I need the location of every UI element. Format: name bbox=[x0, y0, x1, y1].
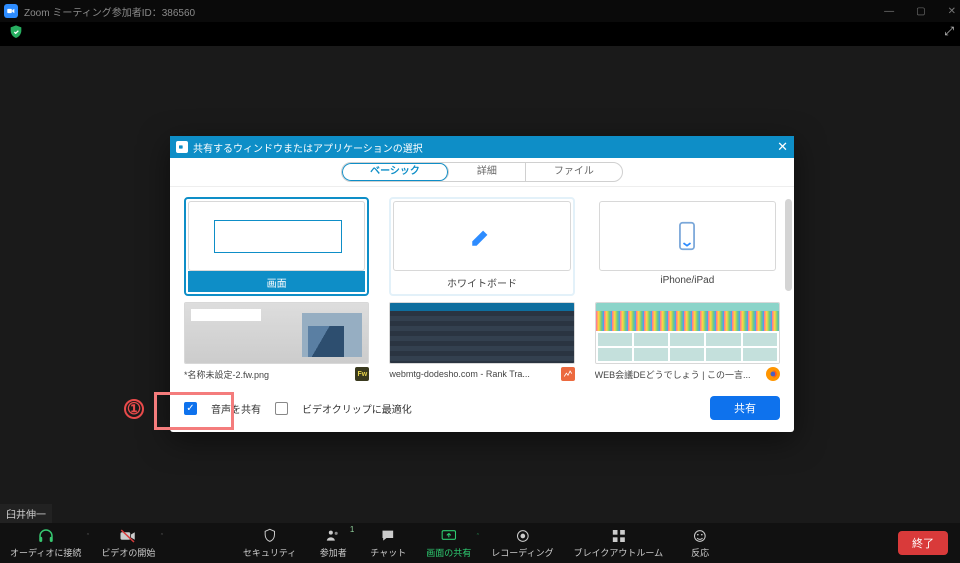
window-title: Zoom ミーティング参加者ID：386560 bbox=[24, 4, 195, 19]
screen-thumb-icon bbox=[188, 201, 365, 271]
meeting-toolbar: オーディオに接続 ＾ ビデオの開始 ＾ セキュリティ 1 参加者 チャット bbox=[0, 523, 960, 563]
encryption-shield-icon[interactable] bbox=[8, 24, 24, 42]
iphone-icon bbox=[599, 201, 776, 271]
tile-caption-app1: *名称未設定-2.fw.png bbox=[184, 368, 351, 381]
toolbar-participants[interactable]: 1 参加者 bbox=[306, 527, 360, 559]
share-tabs: ベーシック 詳細 ファイル bbox=[170, 158, 794, 187]
fullscreen-icon[interactable]: ⤢ bbox=[944, 24, 954, 39]
tab-basic[interactable]: ベーシック bbox=[342, 163, 449, 181]
toolbar-reactions[interactable]: 反応 bbox=[673, 527, 727, 559]
share-tile-iphone[interactable]: iPhone/iPad bbox=[595, 197, 780, 292]
video-caret-icon[interactable]: ＾ bbox=[158, 533, 165, 543]
participant-name-label: 臼井伸一 bbox=[0, 504, 52, 523]
dialog-title: 共有するウィンドウまたはアプリケーションの選択 bbox=[193, 140, 423, 155]
annotation-number-1: ① bbox=[124, 399, 144, 419]
toolbar-audio[interactable]: オーディオに接続 ＾ bbox=[0, 527, 91, 559]
headphones-icon bbox=[37, 527, 55, 545]
share-tile-whiteboard[interactable]: ホワイトボード bbox=[389, 197, 574, 296]
toolbar-chat[interactable]: チャット bbox=[360, 527, 416, 559]
end-meeting-button[interactable]: 終了 bbox=[898, 531, 948, 555]
share-screen-icon bbox=[440, 527, 458, 545]
zoom-app-icon bbox=[4, 4, 18, 18]
toolbar-video-label: ビデオの開始 bbox=[101, 546, 155, 559]
audio-caret-icon[interactable]: ＾ bbox=[84, 533, 91, 543]
toolbar-breakout[interactable]: ブレイクアウトルーム bbox=[564, 527, 674, 559]
tab-file[interactable]: ファイル bbox=[526, 163, 622, 181]
tile-caption-app3: WEB会議DEどうでしょう | この一言... bbox=[595, 368, 762, 381]
minimize-icon[interactable]: — bbox=[884, 6, 894, 17]
reactions-icon bbox=[692, 527, 708, 545]
titlebar: Zoom ミーティング参加者ID：386560 — ▢ ✕ bbox=[0, 0, 960, 22]
toolbar-breakout-label: ブレイクアウトルーム bbox=[574, 546, 664, 559]
tile-caption-iphone: iPhone/iPad bbox=[599, 271, 776, 288]
optimize-video-checkbox[interactable] bbox=[275, 402, 288, 415]
toolbar-participants-label: 参加者 bbox=[320, 546, 347, 559]
toolbar-chat-label: チャット bbox=[370, 546, 406, 559]
breakout-rooms-icon bbox=[610, 527, 626, 545]
share-audio-label: 音声を共有 bbox=[211, 401, 261, 416]
chat-icon bbox=[380, 527, 396, 545]
share-tile-app2[interactable]: webmtg-dodesho.com - Rank Tra... bbox=[389, 302, 574, 384]
toolbar-audio-label: オーディオに接続 bbox=[10, 546, 81, 559]
share-tile-screen[interactable]: 画面 bbox=[184, 197, 369, 296]
tile-caption-app2: webmtg-dodesho.com - Rank Tra... bbox=[389, 369, 556, 379]
toolbar-share-screen[interactable]: 画面の共有 ＾ bbox=[416, 527, 481, 559]
toolbar-security[interactable]: セキュリティ bbox=[233, 527, 306, 559]
tile-caption-screen: 画面 bbox=[188, 271, 365, 292]
firefox-app-icon bbox=[766, 367, 780, 381]
toolbar-record[interactable]: レコーディング bbox=[481, 527, 563, 559]
optimize-video-label: ビデオクリップに最適化 bbox=[302, 401, 412, 416]
share-tile-app1[interactable]: *名称未設定-2.fw.png Fw bbox=[184, 302, 369, 384]
tab-advanced[interactable]: 詳細 bbox=[449, 163, 526, 181]
record-icon bbox=[514, 527, 530, 545]
participants-count: 1 bbox=[350, 525, 354, 534]
toolbar-share-label: 画面の共有 bbox=[426, 546, 471, 559]
dialog-header: 共有するウィンドウまたはアプリケーションの選択 ✕ bbox=[170, 136, 794, 158]
dialog-close-icon[interactable]: ✕ bbox=[777, 139, 788, 155]
share-button[interactable]: 共有 bbox=[710, 396, 780, 420]
whiteboard-icon bbox=[393, 201, 570, 271]
close-window-icon[interactable]: ✕ bbox=[948, 6, 956, 17]
toolbar-record-label: レコーディング bbox=[491, 546, 553, 559]
video-off-icon bbox=[119, 527, 137, 545]
toolbar-reactions-label: 反応 bbox=[691, 546, 709, 559]
share-tile-app3[interactable]: WEB会議DEどうでしょう | この一言... bbox=[595, 302, 780, 384]
share-caret-icon[interactable]: ＾ bbox=[474, 533, 481, 543]
tile-caption-whiteboard: ホワイトボード bbox=[393, 271, 570, 292]
maximize-icon[interactable]: ▢ bbox=[916, 6, 925, 17]
share-screen-dialog: 共有するウィンドウまたはアプリケーションの選択 ✕ ベーシック 詳細 ファイル … bbox=[170, 136, 794, 432]
fireworks-app-icon: Fw bbox=[355, 367, 369, 381]
share-dialog-icon bbox=[176, 141, 188, 153]
toolbar-video[interactable]: ビデオの開始 ＾ bbox=[91, 527, 165, 559]
ranktracker-app-icon bbox=[561, 367, 575, 381]
share-audio-checkbox[interactable]: ✓ bbox=[184, 402, 197, 415]
tiles-scrollbar[interactable] bbox=[785, 199, 792, 291]
participants-icon bbox=[324, 527, 342, 545]
shield-icon bbox=[262, 527, 278, 545]
toolbar-security-label: セキュリティ bbox=[243, 546, 296, 559]
